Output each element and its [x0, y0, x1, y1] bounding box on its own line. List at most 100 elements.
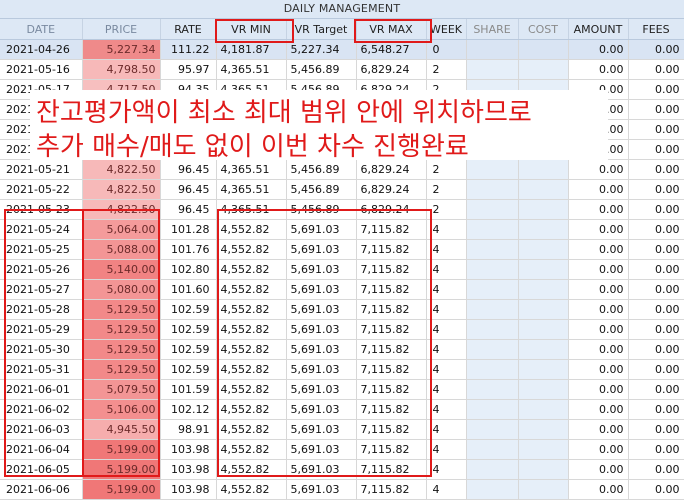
- cell-share[interactable]: [466, 339, 519, 360]
- cell-vr-target[interactable]: 5,691.03: [286, 339, 357, 360]
- cell-rate[interactable]: 96.45: [160, 179, 217, 200]
- cell-vr-min[interactable]: 4,552.82: [216, 319, 287, 340]
- cell-amount[interactable]: 0.00: [568, 199, 629, 220]
- table-row[interactable]: 2021-05-26 5,140.00 102.80 4,552.82 5,691.03…: [0, 259, 684, 280]
- cell-date[interactable]: 2021-06-03: [0, 419, 83, 440]
- cell-cost[interactable]: [518, 419, 569, 440]
- cell-rate[interactable]: 102.80: [160, 259, 217, 280]
- cell-date[interactable]: 2021-06-01: [0, 379, 83, 400]
- cell-vr-min[interactable]: 4,552.82: [216, 459, 287, 480]
- cell-vr-target[interactable]: 5,691.03: [286, 219, 357, 240]
- cell-week[interactable]: 4: [426, 279, 467, 300]
- col-header-vr-max[interactable]: VR MAX: [356, 19, 427, 40]
- col-header-cost[interactable]: COST: [518, 19, 569, 40]
- cell-share[interactable]: [466, 319, 519, 340]
- cell-vr-target[interactable]: 5,456.89: [286, 199, 357, 220]
- cell-fees[interactable]: 0.00: [628, 439, 684, 460]
- cell-vr-min[interactable]: 4,552.82: [216, 379, 287, 400]
- table-row[interactable]: 2021-05-23 4,822.50 96.45 4,365.51 5,456.89 6…: [0, 199, 684, 220]
- cell-amount[interactable]: 0.00: [568, 39, 629, 60]
- cell-week[interactable]: 4: [426, 259, 467, 280]
- cell-week[interactable]: 4: [426, 439, 467, 460]
- cell-amount[interactable]: 0.00: [568, 319, 629, 340]
- cell-vr-min[interactable]: 4,552.82: [216, 279, 287, 300]
- cell-share[interactable]: [466, 439, 519, 460]
- cell-fees[interactable]: 0.00: [628, 39, 684, 60]
- cell-rate[interactable]: 98.91: [160, 419, 217, 440]
- cell-week[interactable]: 4: [426, 459, 467, 480]
- cell-cost[interactable]: [518, 259, 569, 280]
- cell-price[interactable]: 5,199.00: [82, 439, 161, 460]
- cell-vr-max[interactable]: 6,829.24: [356, 199, 427, 220]
- cell-date[interactable]: 2021-06-05: [0, 459, 83, 480]
- cell-vr-target[interactable]: 5,691.03: [286, 459, 357, 480]
- cell-vr-max[interactable]: 7,115.82: [356, 379, 427, 400]
- cell-cost[interactable]: [518, 379, 569, 400]
- cell-vr-max[interactable]: 7,115.82: [356, 299, 427, 320]
- cell-fees[interactable]: 0.00: [628, 159, 684, 180]
- cell-week[interactable]: 4: [426, 219, 467, 240]
- cell-vr-min[interactable]: 4,552.82: [216, 399, 287, 420]
- table-row[interactable]: 2021-05-25 5,088.00 101.76 4,552.82 5,691.03…: [0, 239, 684, 260]
- cell-date[interactable]: 2021-05-30: [0, 339, 83, 360]
- col-header-price[interactable]: PRICE: [82, 19, 161, 40]
- cell-cost[interactable]: [518, 239, 569, 260]
- cell-vr-max[interactable]: 6,829.24: [356, 179, 427, 200]
- cell-rate[interactable]: 101.60: [160, 279, 217, 300]
- cell-share[interactable]: [466, 359, 519, 380]
- cell-price[interactable]: 5,088.00: [82, 239, 161, 260]
- col-header-amount[interactable]: AMOUNT: [568, 19, 629, 40]
- cell-vr-max[interactable]: 7,115.82: [356, 319, 427, 340]
- cell-vr-max[interactable]: 7,115.82: [356, 419, 427, 440]
- cell-week[interactable]: 0: [426, 39, 467, 60]
- cell-cost[interactable]: [518, 199, 569, 220]
- cell-date[interactable]: 2021-05-26: [0, 259, 83, 280]
- cell-price[interactable]: 4,822.50: [82, 199, 161, 220]
- table-row[interactable]: 2021-04-26 5,227.34 111.22 4,181.87 5,227.34…: [0, 39, 684, 60]
- cell-fees[interactable]: 0.00: [628, 179, 684, 200]
- cell-cost[interactable]: [518, 59, 569, 80]
- col-header-vr-target[interactable]: VR Target: [286, 19, 357, 40]
- cell-fees[interactable]: 0.00: [628, 339, 684, 360]
- col-header-vr-min[interactable]: VR MIN: [216, 19, 287, 40]
- cell-vr-min[interactable]: 4,181.87: [216, 39, 287, 60]
- cell-rate[interactable]: 101.28: [160, 219, 217, 240]
- cell-vr-min[interactable]: 4,365.51: [216, 59, 287, 80]
- cell-date[interactable]: 2021-05-22: [0, 179, 83, 200]
- col-header-date[interactable]: DATE: [0, 19, 83, 40]
- cell-vr-target[interactable]: 5,691.03: [286, 319, 357, 340]
- cell-rate[interactable]: 95.97: [160, 59, 217, 80]
- cell-fees[interactable]: 0.00: [628, 419, 684, 440]
- cell-price[interactable]: 5,129.50: [82, 359, 161, 380]
- cell-rate[interactable]: 96.45: [160, 199, 217, 220]
- cell-rate[interactable]: 103.98: [160, 459, 217, 480]
- cell-fees[interactable]: 0.00: [628, 479, 684, 500]
- cell-share[interactable]: [466, 379, 519, 400]
- table-row[interactable]: 2021-06-04 5,199.00 103.98 4,552.82 5,691.03…: [0, 439, 684, 460]
- cell-cost[interactable]: [518, 279, 569, 300]
- cell-cost[interactable]: [518, 359, 569, 380]
- cell-cost[interactable]: [518, 299, 569, 320]
- table-row[interactable]: 2021-06-06 5,199.00 103.98 4,552.82 5,691.03…: [0, 479, 684, 500]
- cell-share[interactable]: [466, 299, 519, 320]
- cell-date[interactable]: 2021-06-04: [0, 439, 83, 460]
- cell-share[interactable]: [466, 419, 519, 440]
- table-row[interactable]: 2021-06-05 5,199.00 103.98 4,552.82 5,691.03…: [0, 459, 684, 480]
- cell-amount[interactable]: 0.00: [568, 399, 629, 420]
- cell-week[interactable]: 4: [426, 339, 467, 360]
- cell-share[interactable]: [466, 279, 519, 300]
- cell-date[interactable]: 2021-04-26: [0, 39, 83, 60]
- cell-date[interactable]: 2021-05-25: [0, 239, 83, 260]
- cell-vr-target[interactable]: 5,227.34: [286, 39, 357, 60]
- cell-cost[interactable]: [518, 39, 569, 60]
- cell-rate[interactable]: 101.76: [160, 239, 217, 260]
- cell-fees[interactable]: 0.00: [628, 119, 684, 140]
- cell-week[interactable]: 4: [426, 399, 467, 420]
- cell-vr-max[interactable]: 7,115.82: [356, 259, 427, 280]
- cell-rate[interactable]: 102.59: [160, 319, 217, 340]
- cell-amount[interactable]: 0.00: [568, 419, 629, 440]
- cell-price[interactable]: 5,129.50: [82, 319, 161, 340]
- cell-cost[interactable]: [518, 479, 569, 500]
- cell-cost[interactable]: [518, 319, 569, 340]
- col-header-fees[interactable]: FEES: [628, 19, 684, 40]
